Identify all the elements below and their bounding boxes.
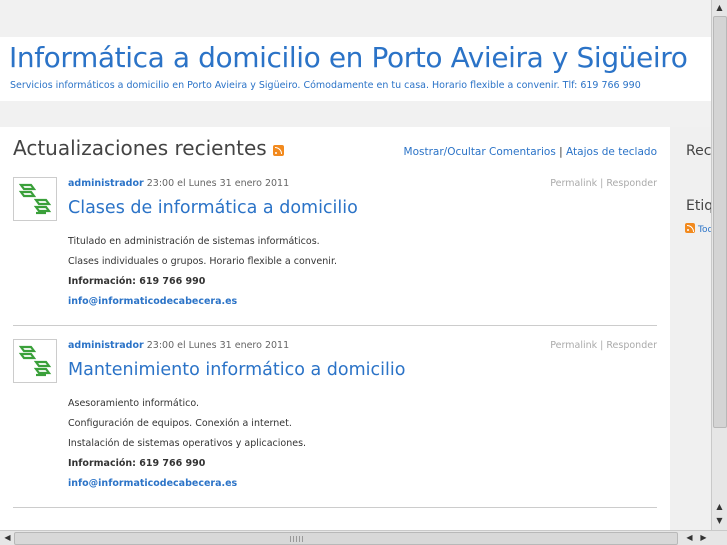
top-links: Mostrar/Ocultar Comentarios | Atajos de … [404,146,657,158]
post-divider [13,325,657,326]
post-line: Configuración de equipos. Conexión a int… [68,418,292,429]
post-date: 23:00 el Lunes 31 enero 2011 [146,340,290,351]
sidebar-all-tags-link[interactable]: Tod [685,223,711,235]
scroll-up-icon[interactable]: ▲ [713,500,726,513]
permalink-link[interactable]: Permalink [550,340,597,351]
permalink-link[interactable]: Permalink [550,178,597,189]
post-actions: Permalink | Responder [550,178,657,189]
reply-link[interactable]: Responder [606,178,657,189]
post-line: Instalación de sistemas operativos y apl… [68,438,307,449]
scroll-down-icon[interactable]: ▼ [713,514,726,527]
post-body: Asesoramiento informático. Configuración… [68,399,306,499]
post-author-link[interactable]: administrador [68,340,144,351]
blog-header: Informática a domicilio en Porto Avieira… [0,37,711,101]
post-body: Titulado en administración de sistemas i… [68,237,337,317]
avatar-icon[interactable] [13,177,57,221]
top-band [0,0,711,37]
post-line: Titulado en administración de sistemas i… [68,236,320,247]
post-title-link[interactable]: Clases de informática a domicilio [68,198,358,218]
horizontal-scrollbar[interactable]: ◀ ◀ ▶ [0,530,727,545]
post-line: Asesoramiento informático. [68,398,199,409]
sidebar: Rec Etiq Tod [670,127,711,530]
horizontal-scroll-thumb[interactable] [14,532,678,545]
post-actions: Permalink | Responder [550,340,657,351]
scroll-right-icon[interactable]: ▶ [697,531,710,544]
post-divider [13,507,657,508]
vertical-scrollbar[interactable]: ▲ ▲ ▼ [711,0,727,530]
toggle-comments-link[interactable]: Mostrar/Ocultar Comentarios [404,146,556,158]
post-info: Información: 619 766 990 [68,276,206,287]
post-date: 23:00 el Lunes 31 enero 2011 [146,178,290,189]
sub-band [0,101,711,127]
section-title: Actualizaciones recientes [13,136,284,160]
post-meta: administrador 23:00 el Lunes 31 enero 20… [68,340,289,351]
link-separator: | [559,146,563,158]
site-title[interactable]: Informática a domicilio en Porto Avieira… [9,41,688,74]
sidebar-heading-tags: Etiq [686,198,711,214]
vertical-scroll-thumb[interactable] [713,16,727,428]
sidebar-heading-recent: Rec [686,143,711,159]
section-title-text: Actualizaciones recientes [13,136,267,160]
post-email-link[interactable]: info@informaticodecabecera.es [68,479,306,489]
main-content: Actualizaciones recientes Mostrar/Oculta… [0,127,670,530]
reply-link[interactable]: Responder [606,340,657,351]
sidebar-link-text: Tod [698,225,711,235]
post-line: Clases individuales o grupos. Horario fl… [68,256,337,267]
identicon-graphic [18,345,52,377]
identicon-graphic [18,183,52,215]
scroll-left-icon[interactable]: ◀ [1,531,14,544]
post-info: Información: 619 766 990 [68,458,206,469]
rss-icon [685,223,695,233]
post-meta: administrador 23:00 el Lunes 31 enero 20… [68,178,289,189]
site-description: Servicios informáticos a domicilio en Po… [10,80,641,91]
scroll-left-icon[interactable]: ◀ [683,531,696,544]
scroll-up-icon[interactable]: ▲ [713,1,726,14]
rss-icon[interactable] [272,145,284,156]
keyboard-shortcuts-link[interactable]: Atajos de teclado [566,146,657,158]
post-email-link[interactable]: info@informaticodecabecera.es [68,297,337,307]
post-title-link[interactable]: Mantenimiento informático a domicilio [68,360,405,380]
grip-icon [290,536,304,542]
post-author-link[interactable]: administrador [68,178,144,189]
avatar-icon[interactable] [13,339,57,383]
